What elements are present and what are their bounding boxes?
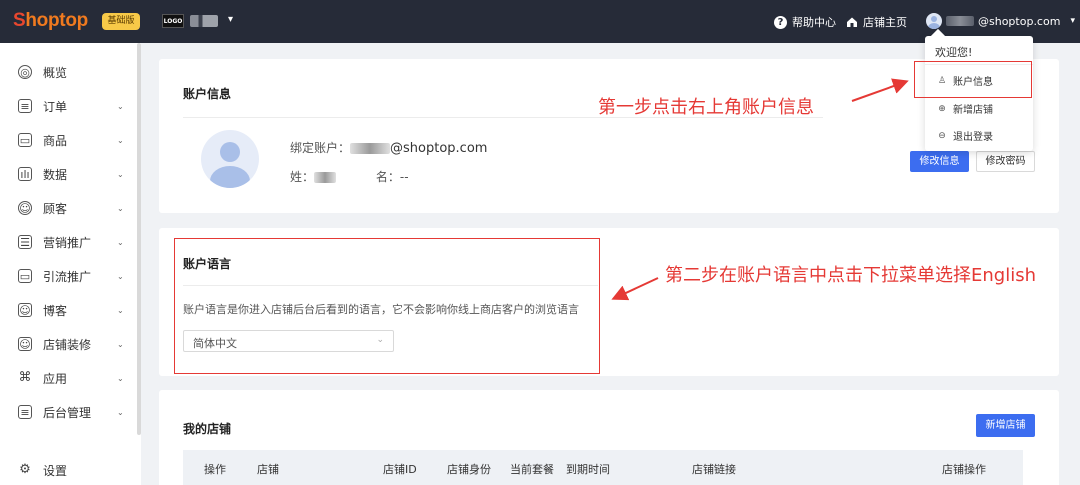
arrow-step1 — [851, 78, 909, 102]
annotation-arrows — [611, 78, 909, 301]
arrow-step2 — [611, 277, 659, 301]
